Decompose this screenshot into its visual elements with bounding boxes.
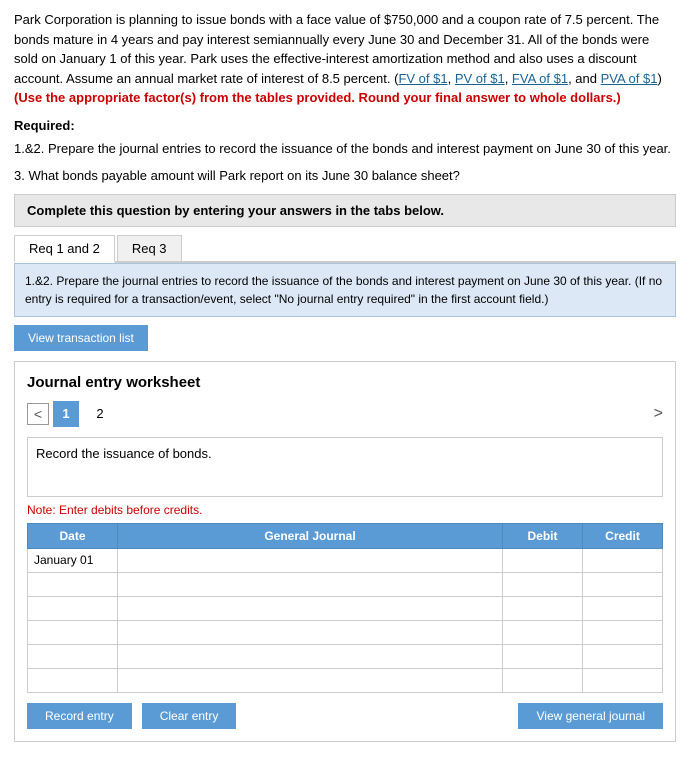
instruction-box: 1.&2. Prepare the journal entries to rec… (14, 263, 676, 317)
table-row (28, 644, 663, 668)
complete-banner: Complete this question by entering your … (14, 194, 676, 227)
credit-input-cell-1[interactable] (583, 572, 663, 596)
debit-input-3[interactable] (503, 621, 582, 643)
table-row: January 01 (28, 548, 663, 572)
date-cell-2 (28, 596, 118, 620)
view-transaction-button[interactable]: View transaction list (14, 325, 148, 351)
problem-text: Park Corporation is planning to issue bo… (14, 10, 676, 108)
next-page-button[interactable]: > (654, 405, 663, 423)
journal-input-4[interactable] (118, 645, 502, 667)
journal-input-cell-3[interactable] (118, 620, 503, 644)
debit-input-cell-5[interactable] (503, 668, 583, 692)
debit-input-5[interactable] (503, 669, 582, 691)
credit-input-cell-0[interactable] (583, 548, 663, 572)
page-2-indicator[interactable]: 2 (87, 401, 113, 427)
record-box: Record the issuance of bonds. (27, 437, 663, 497)
tab-req-1-2[interactable]: Req 1 and 2 (14, 235, 115, 263)
pva-link[interactable]: PVA of $1 (601, 71, 658, 86)
debit-input-2[interactable] (503, 597, 582, 619)
col-header-journal: General Journal (118, 523, 503, 548)
journal-input-cell-5[interactable] (118, 668, 503, 692)
col-header-date: Date (28, 523, 118, 548)
journal-input-3[interactable] (118, 621, 502, 643)
journal-input-cell-0[interactable] (118, 548, 503, 572)
problem-text-body: Park Corporation is planning to issue bo… (14, 12, 662, 105)
table-row (28, 668, 663, 692)
credit-input-0[interactable] (583, 549, 662, 571)
journal-input-1[interactable] (118, 573, 502, 595)
journal-table: Date General Journal Debit Credit Januar… (27, 523, 663, 693)
credit-input-5[interactable] (583, 669, 662, 691)
bottom-buttons: Record entry Clear entry View general jo… (27, 703, 663, 729)
date-cell-3 (28, 620, 118, 644)
col-header-debit: Debit (503, 523, 583, 548)
page-1-indicator[interactable]: 1 (53, 401, 79, 427)
credit-input-1[interactable] (583, 573, 662, 595)
prev-page-button[interactable]: < (27, 403, 49, 425)
table-row (28, 620, 663, 644)
date-cell-0: January 01 (28, 548, 118, 572)
debit-input-cell-4[interactable] (503, 644, 583, 668)
fv-link[interactable]: FV of $1 (398, 71, 447, 86)
debit-input-4[interactable] (503, 645, 582, 667)
date-cell-4 (28, 644, 118, 668)
debit-input-0[interactable] (503, 549, 582, 571)
bold-instruction: (Use the appropriate factor(s) from the … (14, 90, 621, 105)
credit-input-cell-5[interactable] (583, 668, 663, 692)
debit-input-cell-2[interactable] (503, 596, 583, 620)
question-1-2: 1.&2. Prepare the journal entries to rec… (14, 139, 676, 159)
view-general-journal-button[interactable]: View general journal (518, 703, 663, 729)
journal-worksheet: Journal entry worksheet < 1 2 > Record t… (14, 361, 676, 742)
debit-input-cell-0[interactable] (503, 548, 583, 572)
table-row (28, 572, 663, 596)
note-text: Note: Enter debits before credits. (27, 503, 663, 517)
journal-input-2[interactable] (118, 597, 502, 619)
journal-input-cell-4[interactable] (118, 644, 503, 668)
record-entry-button[interactable]: Record entry (27, 703, 132, 729)
tab-req-3[interactable]: Req 3 (117, 235, 182, 261)
date-cell-1 (28, 572, 118, 596)
debit-input-cell-3[interactable] (503, 620, 583, 644)
credit-input-cell-4[interactable] (583, 644, 663, 668)
clear-entry-button[interactable]: Clear entry (142, 703, 237, 729)
debit-input-1[interactable] (503, 573, 582, 595)
credit-input-4[interactable] (583, 645, 662, 667)
journal-title: Journal entry worksheet (27, 374, 663, 391)
col-header-credit: Credit (583, 523, 663, 548)
journal-input-0[interactable] (118, 549, 502, 571)
tabs-row: Req 1 and 2 Req 3 (14, 235, 676, 263)
journal-input-5[interactable] (118, 669, 502, 691)
nav-row: < 1 2 > (27, 401, 663, 427)
required-label: Required: (14, 118, 676, 133)
question-3: 3. What bonds payable amount will Park r… (14, 166, 676, 186)
fva-link[interactable]: FVA of $1 (512, 71, 568, 86)
table-row (28, 596, 663, 620)
journal-input-cell-1[interactable] (118, 572, 503, 596)
credit-input-cell-3[interactable] (583, 620, 663, 644)
pv-link[interactable]: PV of $1 (455, 71, 505, 86)
credit-input-2[interactable] (583, 597, 662, 619)
credit-input-3[interactable] (583, 621, 662, 643)
date-cell-5 (28, 668, 118, 692)
credit-input-cell-2[interactable] (583, 596, 663, 620)
journal-input-cell-2[interactable] (118, 596, 503, 620)
debit-input-cell-1[interactable] (503, 572, 583, 596)
